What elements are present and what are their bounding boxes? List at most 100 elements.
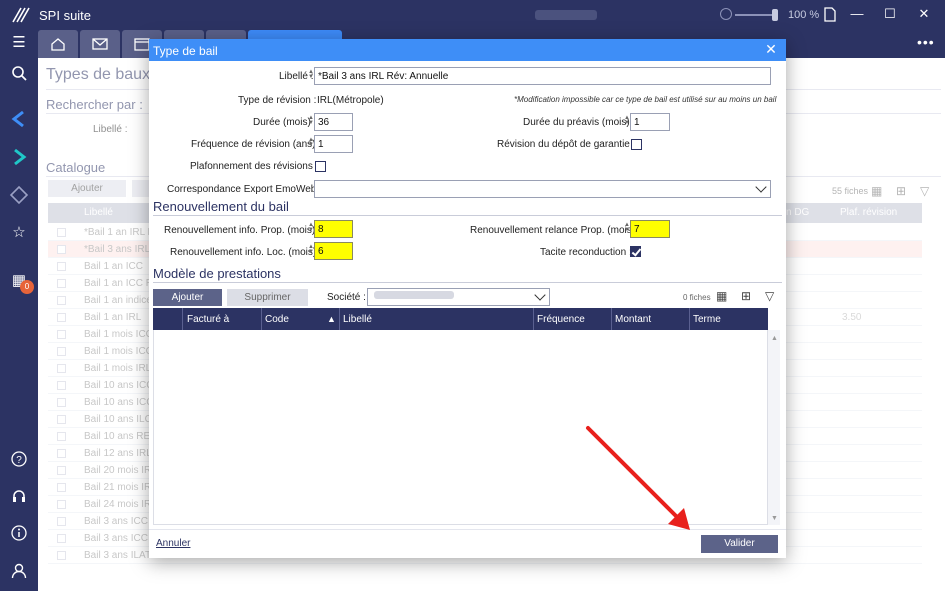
headset-icon[interactable] (8, 485, 30, 507)
row-libelle: Bail 10 ans ICC (84, 380, 154, 391)
row-checkbox[interactable] (57, 347, 66, 356)
row-checkbox[interactable] (57, 313, 66, 322)
back-arrow-icon[interactable] (8, 108, 30, 130)
col-montant[interactable]: Montant (615, 314, 651, 325)
delete-prestation-button[interactable]: Supprimer (227, 289, 308, 306)
forward-arrow-icon[interactable] (8, 146, 30, 168)
zoom-slider-track[interactable] (735, 14, 775, 16)
societe-label: Société : (327, 292, 366, 303)
filter-icon[interactable]: ▽ (765, 289, 774, 303)
page-title: Types de baux (46, 66, 151, 83)
row-checkbox[interactable] (57, 228, 66, 237)
col-code[interactable]: Code (265, 314, 289, 325)
menu-icon[interactable]: ☰ (8, 32, 30, 54)
user-icon[interactable] (8, 560, 30, 582)
row-libelle: Bail 1 an indice (84, 295, 152, 306)
row-checkbox[interactable] (57, 398, 66, 407)
row-libelle: Bail 1 an IRL (84, 312, 142, 323)
catalogue-count: 55 fiches (832, 186, 869, 196)
row-plaf-value: 3.50 (842, 312, 862, 323)
row-checkbox[interactable] (57, 415, 66, 424)
col-libelle[interactable]: Libellé (84, 207, 113, 218)
row-checkbox[interactable] (57, 296, 66, 305)
tacite-label: Tacite reconduction : (540, 247, 632, 258)
sort-ascending-icon[interactable]: ▲ (327, 314, 336, 324)
row-checkbox[interactable] (57, 534, 66, 543)
renouv-loc-input[interactable] (314, 242, 353, 260)
star-icon[interactable]: ☆ (8, 222, 30, 244)
app-logo-icon (12, 7, 30, 23)
tab-mail[interactable] (80, 30, 120, 58)
row-checkbox[interactable] (57, 483, 66, 492)
duree-preavis-input[interactable] (630, 113, 670, 131)
col-plaf[interactable]: Plaf. révision (840, 207, 897, 218)
row-checkbox[interactable] (57, 551, 66, 560)
row-checkbox[interactable] (57, 245, 66, 254)
row-checkbox[interactable] (57, 449, 66, 458)
renouv-prop-input[interactable] (314, 220, 353, 238)
catalogue-add-button[interactable]: Ajouter (48, 180, 126, 197)
info-icon[interactable] (8, 522, 30, 544)
help-icon[interactable]: ? (8, 448, 30, 470)
code-icon[interactable] (8, 184, 30, 206)
col-terme[interactable]: Terme (693, 314, 721, 325)
scroll-down-icon[interactable]: ▼ (771, 515, 778, 522)
col-dg[interactable]: n DG (786, 207, 809, 218)
row-checkbox[interactable] (57, 500, 66, 509)
zoom-out-icon[interactable] (720, 8, 732, 20)
libelle-input[interactable] (314, 67, 771, 85)
row-libelle: Bail 21 mois IRL (84, 482, 157, 493)
close-icon[interactable]: ✕ (763, 41, 779, 58)
tacite-checkbox[interactable] (630, 246, 641, 257)
catalogue-other-button[interactable] (132, 180, 150, 197)
frequence-input[interactable] (314, 135, 353, 153)
excel-export-icon[interactable]: ▦ (871, 184, 882, 198)
row-checkbox[interactable] (57, 279, 66, 288)
row-checkbox[interactable] (57, 517, 66, 526)
zoom-slider-thumb[interactable] (772, 9, 778, 21)
row-checkbox[interactable] (57, 330, 66, 339)
calendar-icon (134, 38, 150, 51)
prestations-header: Modèle de prestations (153, 266, 281, 281)
row-checkbox[interactable] (57, 466, 66, 475)
row-libelle: Bail 1 an ICC Ré (84, 278, 159, 289)
add-prestation-button[interactable]: Ajouter (153, 289, 222, 306)
renouv-relance-input[interactable] (630, 220, 670, 238)
zoom-level: 100 % (788, 9, 820, 21)
minimize-icon[interactable]: — (846, 6, 868, 21)
excel-export-icon[interactable]: ▦ (716, 289, 727, 303)
tab-home[interactable] (38, 30, 78, 58)
col-facture-a[interactable]: Facturé à (187, 314, 229, 325)
home-icon (51, 38, 65, 51)
row-libelle: Bail 10 ans ILC I (84, 414, 158, 425)
revision-depot-checkbox[interactable] (631, 139, 642, 150)
svg-text:?: ? (16, 455, 22, 466)
chevron-down-icon (534, 289, 546, 301)
add-column-icon[interactable]: ⊞ (741, 289, 751, 303)
cancel-link[interactable]: Annuler (156, 538, 190, 549)
revision-depot-label: Révision du dépôt de garantie : (497, 139, 636, 150)
add-column-icon[interactable]: ⊞ (896, 184, 906, 198)
scroll-up-icon[interactable]: ▲ (771, 335, 778, 342)
plafonnement-checkbox[interactable] (315, 161, 326, 172)
search-libelle-label: Libellé : (93, 124, 128, 135)
col-libelle[interactable]: Libellé (343, 314, 372, 325)
row-checkbox[interactable] (57, 364, 66, 373)
close-window-icon[interactable]: ✕ (913, 6, 935, 22)
correspondance-select[interactable] (314, 180, 771, 198)
document-icon[interactable] (824, 7, 836, 22)
societe-value-blurred (374, 291, 454, 299)
more-options-icon[interactable]: ••• (917, 34, 935, 50)
validate-button[interactable]: Valider (701, 535, 778, 553)
row-checkbox[interactable] (57, 432, 66, 441)
duree-input[interactable] (314, 113, 353, 131)
search-icon[interactable] (8, 62, 30, 84)
row-checkbox[interactable] (57, 381, 66, 390)
row-libelle: Bail 3 ans ICC R (84, 533, 158, 544)
prestations-scrollbar[interactable] (768, 330, 780, 525)
col-frequence[interactable]: Fréquence (537, 314, 585, 325)
filter-icon[interactable]: ▽ (920, 184, 929, 198)
row-checkbox[interactable] (57, 262, 66, 271)
row-libelle: Bail 1 mois ICC (84, 346, 153, 357)
maximize-icon[interactable]: ☐ (879, 6, 901, 22)
